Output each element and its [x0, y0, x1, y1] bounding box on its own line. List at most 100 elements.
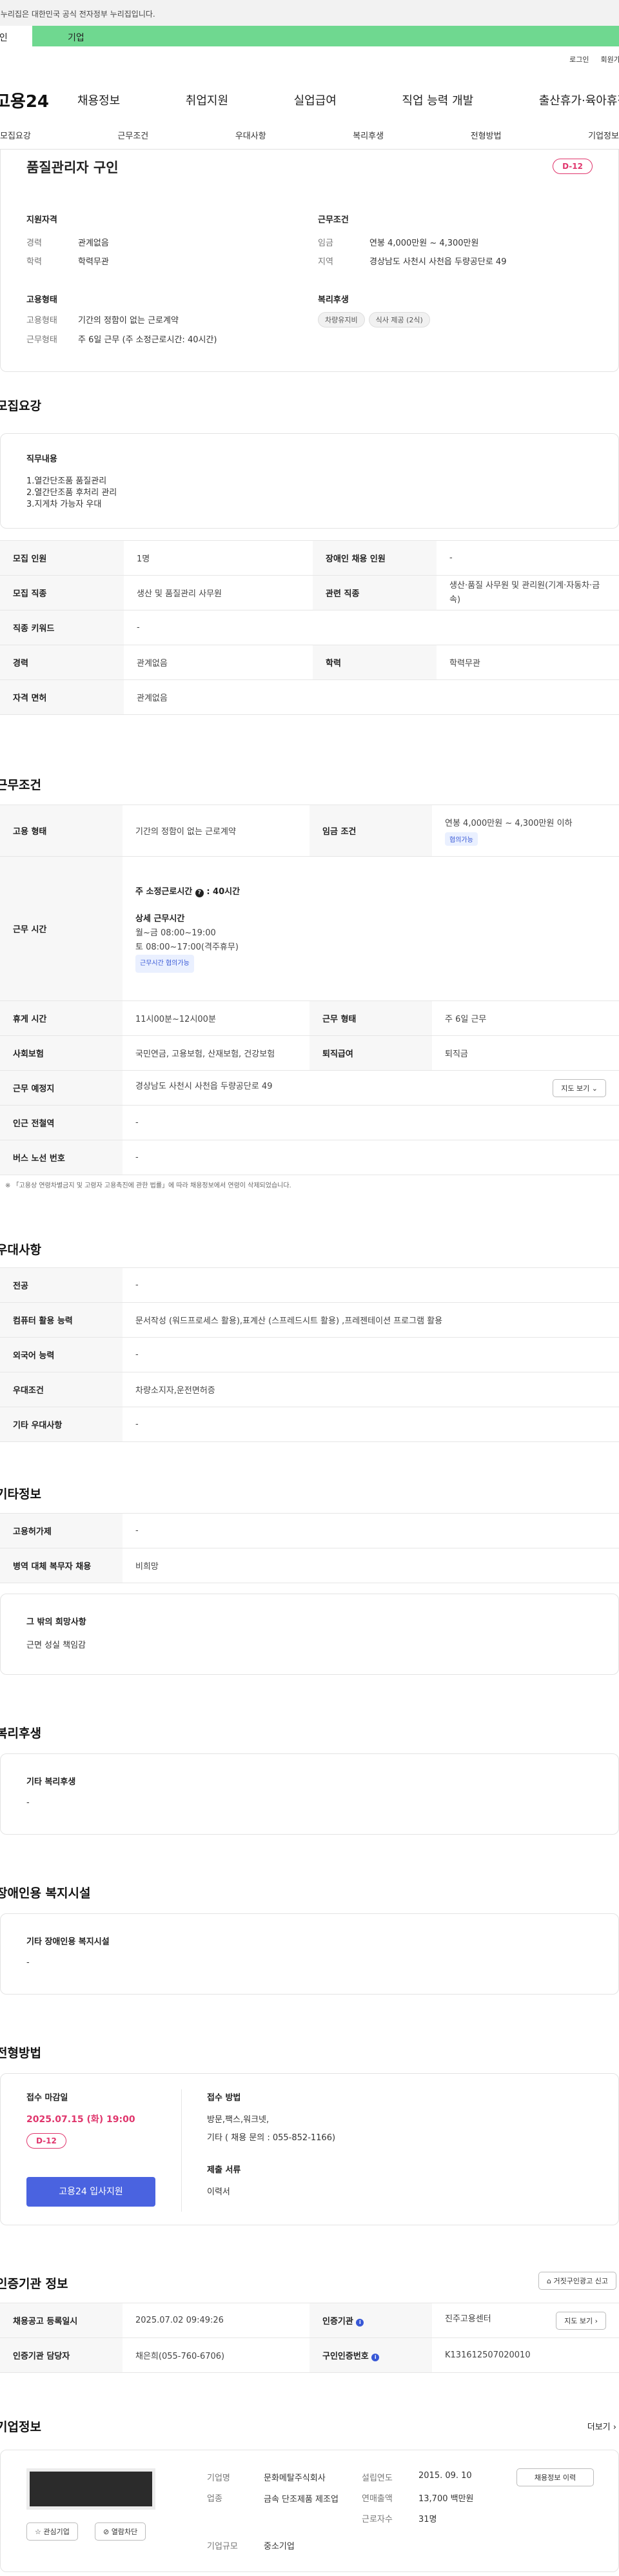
disability-card: 기타 장애인용 복지시설 - — [0, 1913, 619, 1995]
table-row: 자격 면허 관계없음 — [0, 679, 619, 715]
company-card: ☆ 관심기업 ⊘ 열람차단 기업명 문화메탈주식회사 업종 금속 단조제품 제조… — [0, 2450, 619, 2572]
report-button[interactable]: ⌂ 거짓구인광고 신고 — [538, 2272, 616, 2290]
docs-value: 이력서 — [207, 2187, 230, 2197]
home-icon: ⌂ — [547, 2277, 552, 2285]
qual-edu-value: 학력무관 — [78, 257, 109, 267]
hope-card: 그 밖의 희망사항 근면 성실 책임감 — [0, 1594, 619, 1675]
row-value: - — [123, 1105, 619, 1140]
auth-agency-cell: 진주고용센터 지도 보기 › — [432, 2303, 619, 2338]
table-row: 인증기관 담당자 채은희(055-760-6706) 구인인증번호 i K131612… — [0, 2337, 619, 2373]
row-value: 2025.07.02 09:49:26 — [123, 2303, 310, 2338]
row-key: 근무 형태 — [310, 1000, 432, 1036]
tab-work[interactable]: 근무조건 — [117, 129, 148, 149]
disability-heading: 장애인용 복지시설 — [0, 1886, 91, 1900]
tab-recruit[interactable]: 모집요강 — [0, 129, 31, 149]
docs-label: 제출 서류 — [207, 2165, 241, 2175]
row-value: - — [123, 1513, 619, 1548]
disability-value: - — [26, 1958, 30, 1967]
recruit-table: 모집 인원 1명 장애인 채용 인원 - 모집 직종 생산 및 품질관리 사무원 관련 직… — [0, 540, 619, 715]
job-history-button[interactable]: 채용정보 이력 — [516, 2468, 594, 2486]
info-icon[interactable]: i — [371, 2354, 380, 2361]
report-button-label: 거짓구인광고 신고 — [553, 2277, 608, 2285]
hours-negotiable-tag: 근무시간 협의가능 — [135, 954, 194, 973]
row-key: 근무 예정지 — [0, 1070, 123, 1106]
table-row: 컴퓨터 활용 능력 문서작성 (워드프로세스 활용),표계산 (스프레드시트 활용… — [0, 1302, 619, 1338]
work-heading: 근무조건 — [0, 778, 41, 792]
welfare-heading: 복리후생 — [318, 295, 349, 305]
table-row: 모집 인원 1명 장애인 채용 인원 - — [0, 540, 619, 576]
qual-heading: 지원자격 — [26, 215, 57, 225]
company-industry-value: 금속 단조제품 제조업 — [264, 2495, 339, 2504]
row-value: - — [124, 610, 619, 645]
table-row: 경력 관계없음 학력 학력무관 — [0, 645, 619, 680]
row-value: 11시00분~12시00분 — [123, 1000, 310, 1036]
row-value: 1명 — [124, 540, 313, 576]
gnb-jobs[interactable]: 채용정보 — [77, 92, 120, 108]
row-key: 경력 — [0, 645, 124, 680]
table-row: 모집 직종 생산 및 품질관리 사무원 관련 직종 생산·품질 사무원 및 관리원(기… — [0, 575, 619, 610]
table-row: 전공 - — [0, 1267, 619, 1303]
chevron-down-icon: ⌄ — [591, 1084, 598, 1093]
tab-screening[interactable]: 전형방법 — [471, 129, 502, 149]
tab-personal[interactable]: 개인 — [0, 26, 32, 46]
gnb-employment-support[interactable]: 취업지원 — [186, 92, 228, 108]
row-value: 진주고용센터 — [445, 2314, 491, 2324]
tab-company[interactable]: 기업 — [32, 26, 619, 46]
duty-heading: 직무내용 — [26, 454, 57, 464]
row-value: - — [437, 540, 619, 576]
tab-preference[interactable]: 우대사항 — [235, 129, 266, 149]
signup-link[interactable]: 회원가입 — [601, 54, 619, 64]
table-row: 인근 전철역 - — [0, 1105, 619, 1140]
info-icon[interactable]: i — [356, 2319, 364, 2327]
hope-heading: 그 밖의 희망사항 — [26, 1617, 86, 1627]
company-name-label: 기업명 — [207, 2474, 230, 2483]
info-icon[interactable]: ? — [195, 888, 204, 897]
welfare-tag: 차량유지비 — [318, 312, 365, 327]
work-time-cell: 주 소정근로시간 ? : 40시간 상세 근무시간 월~금 08:00~19:0… — [123, 856, 619, 1001]
revenue-label: 연매출액 — [362, 2494, 393, 2504]
login-link[interactable]: 로그인 — [569, 54, 589, 64]
block-button[interactable]: ⊘ 열람차단 — [95, 2522, 146, 2541]
gnb-vocational-training[interactable]: 직업 능력 개발 — [402, 92, 473, 108]
tab-benefit[interactable]: 복리후생 — [353, 129, 384, 149]
row-value: 경상남도 사천시 사천읍 두량공단로 49 — [135, 1081, 273, 1091]
company-industry-label: 업종 — [207, 2494, 222, 2504]
row-key: 채용공고 등록일시 — [0, 2303, 123, 2338]
auth-map-button-label: 지도 보기 — [564, 2316, 593, 2325]
gnb-unemployment-benefit[interactable]: 실업급여 — [294, 92, 337, 108]
cond-region-value: 경상남도 사천시 사천읍 두량공단로 49 — [369, 257, 507, 267]
row-key: 퇴직급여 — [310, 1035, 432, 1071]
auth-map-button[interactable]: 지도 보기 › — [556, 2311, 606, 2330]
row-value: 채은희(055-760-6706) — [123, 2337, 310, 2373]
company-logo — [26, 2468, 155, 2510]
benefit-heading: 복리후생 — [0, 1726, 41, 1741]
row-key: 인증기관 — [322, 2317, 353, 2327]
global-nav: 고용24 채용정보 취업지원 실업급여 직업 능력 개발 출산휴가·육아휴직 — [0, 84, 619, 116]
row-key: 버스 노선 번호 — [0, 1140, 123, 1175]
interest-button[interactable]: ☆ 관심기업 — [26, 2522, 78, 2541]
site-logo[interactable]: 고용24 — [0, 88, 77, 112]
gnb-parental-leave[interactable]: 출산휴가·육아휴직 — [539, 92, 619, 108]
more-link[interactable]: 더보기 › — [587, 2420, 616, 2432]
apply-button[interactable]: 고용24 입사지원 — [26, 2177, 155, 2207]
detail-hours-line: 토 08:00~17:00(격주휴무) — [135, 942, 239, 952]
pref-table: 전공 - 컴퓨터 활용 능력 문서작성 (워드프로세스 활용),표계산 (스프레드시… — [0, 1267, 619, 1442]
row-value: 생산 및 품질관리 사무원 — [124, 575, 313, 610]
row-key: 인증기관 담당자 — [0, 2337, 123, 2373]
benefit-sub: 기타 복리후생 — [26, 1777, 76, 1787]
company-size-value: 중소기업 — [264, 2542, 295, 2552]
cond-region-label: 지역 — [318, 257, 333, 267]
gnb-menu: 채용정보 취업지원 실업급여 직업 능력 개발 출산휴가·육아휴직 — [77, 92, 619, 108]
row-value: 문서작성 (워드프로세스 활용),표계산 (스프레드시트 활용) ,프레젠테이션… — [123, 1302, 619, 1338]
row-value: - — [123, 1140, 619, 1175]
map-button[interactable]: 지도 보기 ⌄ — [553, 1078, 606, 1097]
revenue-value: 13,700 백만원 — [418, 2494, 474, 2504]
row-key: 모집 인원 — [0, 540, 124, 576]
qual-career-label: 경력 — [26, 239, 42, 248]
row-key: 컴퓨터 활용 능력 — [0, 1302, 123, 1338]
row-key: 구인인증번호 — [322, 2352, 369, 2361]
tab-company[interactable]: 기업정보 — [588, 129, 619, 149]
other-heading: 기타정보 — [0, 1487, 41, 1501]
benefit-card: 기타 복리후생 - — [0, 1753, 619, 1835]
cond-heading: 근무조건 — [318, 215, 349, 225]
